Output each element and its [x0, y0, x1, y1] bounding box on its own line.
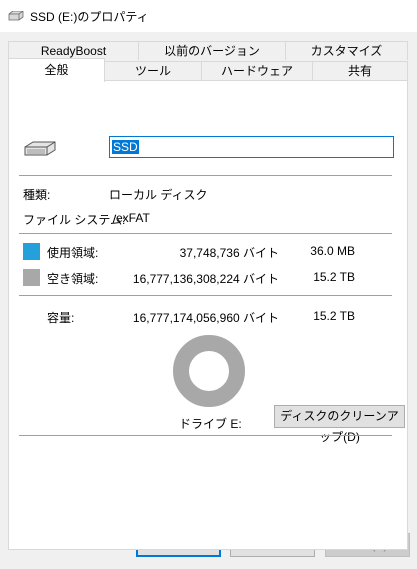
free-space-size: 15.2 TB	[313, 270, 355, 284]
filesystem-label: ファイル システム:	[23, 213, 126, 227]
type-label: 種類:	[23, 188, 51, 202]
free-space-label: 空き領域:	[47, 272, 99, 286]
tab-sharing[interactable]: 共有	[312, 61, 408, 80]
capacity-label: 容量:	[47, 311, 75, 325]
drive-name-input[interactable]: SSD	[109, 136, 394, 158]
drive-name-text[interactable]: SSD	[112, 140, 139, 154]
general-panel: SSD 種類: ローカル ディスク ファイル システム: exFAT 使用領域:…	[8, 80, 408, 550]
tab-customize[interactable]: カスタマイズ	[285, 41, 408, 60]
tab-previous-versions[interactable]: 以前のバージョン	[138, 41, 286, 60]
capacity-ring-chart	[173, 335, 245, 407]
used-space-swatch	[23, 243, 40, 260]
used-space-label: 使用領域:	[47, 246, 99, 260]
tab-hardware[interactable]: ハードウェア	[201, 61, 313, 80]
properties-dialog: ReadyBoost 以前のバージョン カスタマイズ 全般 ツール ハードウェア…	[0, 32, 417, 569]
drive-icon	[24, 141, 56, 156]
used-space-bytes: 37,748,736 バイト	[179, 246, 279, 260]
filesystem-value: exFAT	[116, 211, 150, 225]
free-space-swatch	[23, 269, 40, 286]
separator	[19, 175, 392, 176]
window-bottom-edge	[0, 561, 417, 569]
separator	[19, 295, 392, 296]
drive-letter-label: ドライブ E:	[179, 417, 242, 431]
tab-tools[interactable]: ツール	[104, 61, 202, 80]
window-title: SSD (E:)のプロパティ	[30, 10, 149, 24]
drive-icon	[8, 11, 24, 21]
disk-cleanup-button[interactable]: ディスクのクリーンアップ(D)	[274, 405, 405, 444]
used-space-size: 36.0 MB	[310, 244, 355, 258]
capacity-size: 15.2 TB	[313, 309, 355, 323]
title-bar: SSD (E:)のプロパティ	[0, 0, 417, 32]
separator	[19, 233, 392, 234]
type-value: ローカル ディスク	[109, 188, 208, 202]
free-space-bytes: 16,777,136,308,224 バイト	[132, 272, 279, 286]
tab-general[interactable]: 全般	[8, 58, 105, 82]
separator	[19, 435, 392, 436]
free-space-ring	[173, 335, 245, 407]
capacity-bytes: 16,777,174,056,960 バイト	[132, 311, 279, 325]
